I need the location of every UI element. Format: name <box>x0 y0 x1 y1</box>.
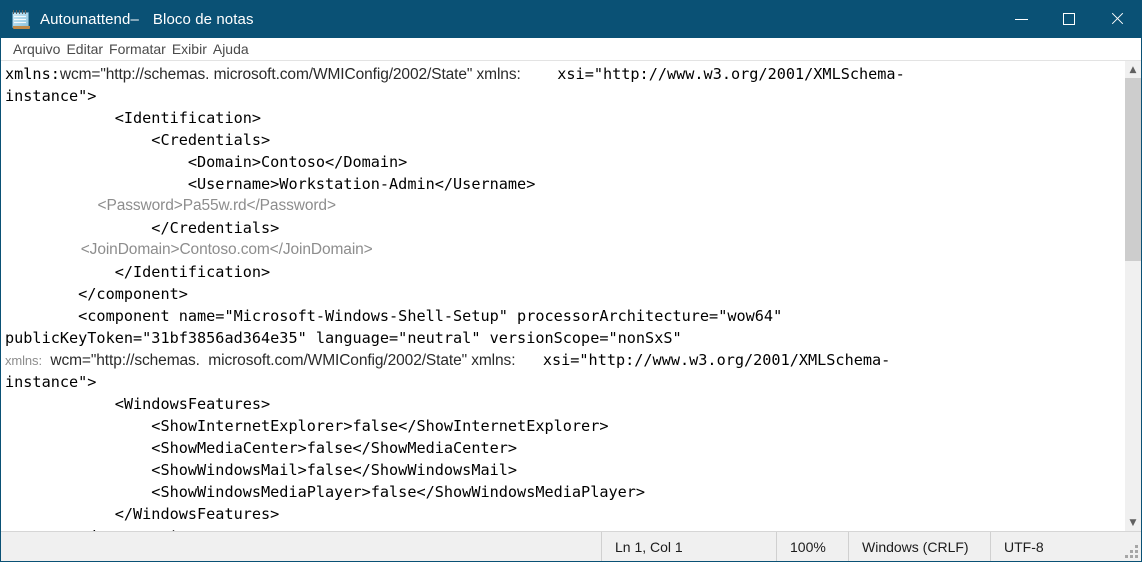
menu-item-ajuda[interactable]: Ajuda <box>210 39 252 60</box>
window-title-document: Autounattend <box>40 10 131 28</box>
chevron-down-icon[interactable]: ▼ <box>1125 514 1142 531</box>
code-line: </WindowsFeatures> <box>5 505 280 523</box>
code-line: <Password>Pa55w.rd</Password> <box>5 197 336 214</box>
vertical-scrollbar[interactable]: ▲ ▼ <box>1124 61 1141 531</box>
status-zoom-level[interactable]: 100% <box>776 532 848 561</box>
status-cursor-position: Ln 1, Col 1 <box>601 532 776 561</box>
code-line: <WindowsFeatures> <box>5 395 271 413</box>
status-line-endings: Windows (CRLF) <box>848 532 990 561</box>
menu-bar: Arquivo Editar Formatar Exibir Ajuda <box>1 38 1141 61</box>
title-bar: Autounattend – Bloco de notas <box>1 0 1141 38</box>
status-encoding: UTF-8 <box>990 532 1120 561</box>
close-icon <box>1110 12 1124 26</box>
notepad-icon <box>11 9 31 29</box>
code-line: publicKeyToken="31bf3856ad364e35" langua… <box>5 329 682 347</box>
code-run: xmlns: <box>5 353 42 368</box>
menu-item-formatar[interactable]: Formatar <box>106 39 169 60</box>
minimize-button[interactable] <box>997 0 1045 38</box>
code-line: instance"> <box>5 87 97 105</box>
status-bar: Ln 1, Col 1 100% Windows (CRLF) UTF-8 <box>1 531 1141 561</box>
code-line: <Credentials> <box>5 131 271 149</box>
window-title-app: Bloco de notas <box>152 10 254 28</box>
code-run: xmlns: <box>5 65 60 83</box>
minimize-icon <box>1014 18 1028 20</box>
code-run: wcm="http://schemas. microsoft.com/WMICo… <box>41 352 516 369</box>
editor-area: xmlns:wcm="http://schemas. microsoft.com… <box>1 61 1141 531</box>
code-run: xsi="http://www.w3.org/2001/XMLSchema- <box>520 65 905 83</box>
code-line: </component> <box>5 285 188 303</box>
window-controls <box>997 0 1141 38</box>
text-editor[interactable]: xmlns:wcm="http://schemas. microsoft.com… <box>1 61 1124 531</box>
code-line: </Credentials> <box>5 219 280 237</box>
notepad-window: Autounattend – Bloco de notas Arquivo Ed… <box>0 0 1142 562</box>
code-run: xsi="http://www.w3.org/2001/XMLSchema- <box>515 351 891 369</box>
close-button[interactable] <box>1093 0 1141 38</box>
menu-item-arquivo[interactable]: Arquivo <box>10 39 63 60</box>
maximize-button[interactable] <box>1045 0 1093 38</box>
resize-grip-icon[interactable] <box>1125 545 1138 558</box>
code-line: </Identification> <box>5 263 271 281</box>
code-line: <Username>Workstation-Admin</Username> <box>5 175 536 193</box>
code-line: <ShowMediaCenter>false</ShowMediaCenter> <box>5 439 518 457</box>
code-line: xmlns:wcm="http://schemas. microsoft.com… <box>1 63 1124 85</box>
code-line: <Domain>Contoso</Domain> <box>5 153 408 171</box>
scrollbar-thumb[interactable] <box>1125 78 1141 261</box>
code-line: <JoinDomain>Contoso.com</JoinDomain> <box>5 241 373 258</box>
code-line: <Identification> <box>5 109 262 127</box>
menu-item-editar[interactable]: Editar <box>63 39 106 60</box>
chevron-up-icon[interactable]: ▲ <box>1125 61 1142 78</box>
code-line: xmlns: wcm="http://schemas. microsoft.co… <box>1 349 1124 371</box>
maximize-icon <box>1063 13 1075 25</box>
code-line: instance"> <box>5 373 97 391</box>
status-bar-spacer <box>1 532 601 561</box>
code-line: <ShowInternetExplorer>false</ShowInterne… <box>5 417 609 435</box>
code-line: <ShowWindowsMail>false</ShowWindowsMail> <box>5 461 518 479</box>
code-line: <component name="Microsoft-Windows-Shell… <box>5 307 783 325</box>
code-run: wcm="http://schemas. microsoft.com/WMICo… <box>59 66 521 83</box>
code-line: <ShowWindowsMediaPlayer>false</ShowWindo… <box>5 483 646 501</box>
menu-item-exibir[interactable]: Exibir <box>169 39 210 60</box>
window-title-separator: – <box>130 10 139 28</box>
